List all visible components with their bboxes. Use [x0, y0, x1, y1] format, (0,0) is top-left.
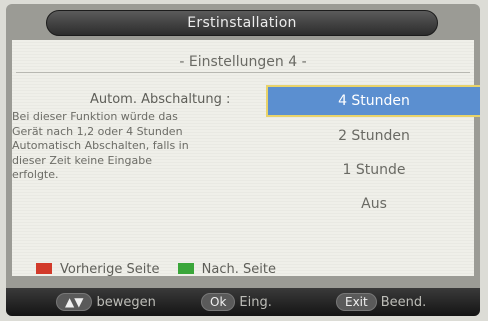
hint-ok-label: Eing.: [239, 295, 272, 310]
option-1-stunde[interactable]: 1 Stunde: [266, 155, 480, 185]
footer-bar: ▲▼ bewegen Ok Eing. Exit Beend.: [6, 288, 480, 316]
legend-red[interactable]: Vorherige Seite: [36, 262, 160, 277]
option-4-stunden[interactable]: 4 Stunden: [266, 85, 480, 117]
ok-key-icon: Ok: [201, 293, 236, 311]
description-line: dieser Zeit keine Eingabe: [12, 153, 152, 167]
legend-red-label: Vorherige Seite: [60, 262, 160, 277]
hint-ok: Ok Eing.: [201, 293, 272, 311]
settings-panel: - Einstellungen 4 - Autom. Abschaltung :…: [12, 40, 480, 276]
hint-exit: Exit Beend.: [336, 293, 426, 311]
description-line: Gerät nach 1,2 oder 4 Stunden: [12, 124, 183, 138]
option-list: 4 Stunden 2 Stunden 1 Stunde Aus: [266, 85, 480, 223]
exit-key-icon: Exit: [336, 293, 377, 311]
tv-screen: Erstinstallation - Einstellungen 4 - Aut…: [6, 4, 480, 316]
description-line: Automatisch Abschalten, falls in: [12, 139, 189, 152]
description-line: Bei dieser Funktion würde das: [12, 110, 178, 123]
red-key-icon: [36, 263, 52, 274]
green-key-icon: [177, 263, 194, 274]
legend-green[interactable]: Nach. Seite: [177, 262, 276, 277]
divider: [16, 72, 470, 73]
setting-label: Autom. Abschaltung :: [90, 92, 231, 107]
page-subtitle: - Einstellungen 4 -: [179, 54, 307, 70]
setting-description: Bei dieser Funktion würde das Gerät nach…: [12, 110, 244, 183]
window-title: Erstinstallation: [46, 10, 438, 36]
hint-exit-label: Beend.: [380, 295, 427, 310]
hint-navigate: ▲▼ bewegen: [56, 293, 156, 311]
color-key-legend: Vorherige Seite Nach. Seite: [36, 262, 290, 282]
option-2-stunden[interactable]: 2 Stunden: [266, 121, 480, 151]
hint-navigate-label: bewegen: [96, 295, 156, 310]
legend-green-label: Nach. Seite: [201, 262, 276, 277]
description-line: erfolgte.: [12, 168, 59, 181]
arrow-keys-icon: ▲▼: [56, 293, 93, 311]
option-aus[interactable]: Aus: [266, 189, 480, 219]
